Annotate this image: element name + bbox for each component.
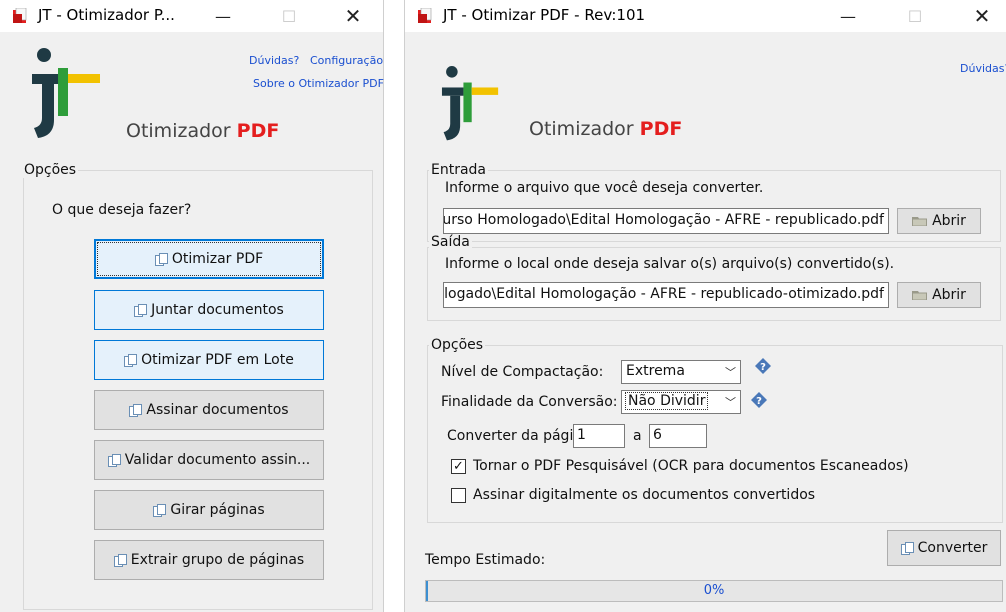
- close-button[interactable]: ✕: [330, 0, 376, 32]
- button-label: Girar páginas: [170, 502, 265, 518]
- button-label: Validar documento assin...: [124, 452, 311, 468]
- brand-pdf: PDF: [236, 120, 280, 142]
- finalidade-help-icon[interactable]: ?: [751, 392, 767, 408]
- entrada-file-value: urso Homologado\Edital Homologação - AFR…: [443, 212, 884, 228]
- compactacao-value: Extrema: [626, 363, 685, 379]
- document-icon: [900, 541, 914, 555]
- progress-text: 0%: [703, 583, 725, 598]
- duvidas-link[interactable]: Dúvidas?: [960, 62, 1006, 75]
- chevron-down-icon: ﹀: [725, 366, 736, 379]
- button-label: Assinar documentos: [146, 402, 289, 418]
- finalidade-select[interactable]: Não Dividir ﹀: [621, 390, 741, 414]
- button-label: Juntar documentos: [151, 302, 284, 318]
- document-icon: [154, 252, 168, 266]
- validar-documento-button[interactable]: Validar documento assin...: [94, 440, 324, 480]
- page-separator: a: [633, 428, 642, 444]
- duvidas-link[interactable]: Dúvidas?: [249, 54, 299, 67]
- finalidade-label: Finalidade da Conversão:: [441, 394, 618, 410]
- options-group-title: Opções: [22, 162, 79, 178]
- svg-text:?: ?: [756, 396, 762, 407]
- minimize-button[interactable]: —: [200, 0, 246, 32]
- tempo-estimado-label: Tempo Estimado:: [425, 552, 546, 568]
- button-label: Otimizar PDF: [171, 251, 264, 267]
- otimizar-pdf-button[interactable]: Otimizar PDF: [94, 239, 324, 279]
- compactacao-label: Nível de Compactação:: [441, 364, 604, 380]
- document-icon: [153, 503, 167, 517]
- document-icon: [124, 353, 138, 367]
- button-label: Abrir: [932, 213, 966, 229]
- juntar-documentos-button[interactable]: Juntar documentos: [94, 290, 324, 330]
- conversion-progress-bar: 0%: [425, 580, 1003, 602]
- chevron-down-icon: ﹀: [725, 396, 736, 409]
- jt-logo: [441, 66, 499, 141]
- page-from-value: 1: [577, 427, 586, 443]
- brand-name: Otimizador: [126, 120, 231, 142]
- folder-icon: [912, 215, 928, 227]
- minimize-button[interactable]: —: [825, 0, 871, 32]
- window-title: JT - Otimizador P...: [38, 6, 175, 24]
- window-client: Dúvidas? Configuração Sobre o Otimizador…: [0, 32, 384, 612]
- saida-title: Saída: [429, 234, 472, 250]
- title-bar: JT - Otimizar PDF - Rev:101 — ☐ ✕: [405, 0, 1006, 32]
- opcoes-title: Opções: [429, 337, 486, 353]
- assinar-label: Assinar digitalmente os documentos conve…: [473, 487, 816, 503]
- brand-title: Otimizador PDF: [126, 120, 279, 142]
- page-to-input[interactable]: 6: [649, 424, 707, 448]
- saida-prompt: Informe o local onde deseja salvar o(s) …: [445, 256, 895, 272]
- svg-text:?: ?: [760, 362, 766, 373]
- compactacao-select[interactable]: Extrema ﹀: [621, 360, 741, 384]
- entrada-title: Entrada: [429, 162, 489, 178]
- otimizar-lote-button[interactable]: Otimizar PDF em Lote: [94, 340, 324, 380]
- saida-path-value: logado\Edital Homologação - AFRE - repub…: [444, 286, 884, 302]
- entrada-file-input[interactable]: urso Homologado\Edital Homologação - AFR…: [443, 208, 889, 234]
- saida-path-input[interactable]: logado\Edital Homologação - AFRE - repub…: [443, 282, 889, 308]
- finalidade-value: Não Dividir: [624, 392, 709, 410]
- button-label: Abrir: [932, 287, 966, 303]
- maximize-button[interactable]: ☐: [892, 0, 938, 32]
- brand-pdf: PDF: [639, 118, 683, 140]
- converter-pagina-label: Converter da págir: [447, 428, 580, 444]
- question-label: O que deseja fazer?: [52, 202, 192, 218]
- window-title: JT - Otimizar PDF - Rev:101: [443, 6, 646, 24]
- document-icon: [129, 403, 143, 417]
- title-bar: JT - Otimizador P... — ☐ ✕: [0, 0, 383, 32]
- girar-paginas-button[interactable]: Girar páginas: [94, 490, 324, 530]
- close-button[interactable]: ✕: [959, 0, 1005, 32]
- page-from-input[interactable]: 1: [573, 424, 625, 448]
- document-icon: [134, 303, 148, 317]
- maximize-button[interactable]: ☐: [266, 0, 312, 32]
- configuracao-link[interactable]: Configuração: [310, 54, 383, 67]
- document-icon: [107, 453, 121, 467]
- button-label: Extrair grupo de páginas: [130, 552, 305, 568]
- button-label: Converter: [917, 540, 988, 556]
- document-icon: [113, 553, 127, 567]
- compactacao-help-icon[interactable]: ?: [755, 358, 771, 374]
- button-label: Otimizar PDF em Lote: [141, 352, 294, 368]
- ocr-checkbox[interactable]: ✓: [451, 459, 466, 474]
- jt-logo: [32, 48, 100, 138]
- entrada-abrir-button[interactable]: Abrir: [897, 208, 981, 234]
- assinar-documentos-button[interactable]: Assinar documentos: [94, 390, 324, 430]
- converter-button[interactable]: Converter: [887, 530, 1001, 566]
- brand-name: Otimizador: [529, 118, 634, 140]
- sobre-link[interactable]: Sobre o Otimizador PDF: [253, 77, 384, 90]
- page-to-value: 6: [653, 427, 662, 443]
- assinar-checkbox[interactable]: [451, 488, 466, 503]
- window-client: Dúvidas? Otimizador PDF Entrada Informe …: [405, 32, 1006, 612]
- folder-icon: [912, 289, 928, 301]
- ocr-label: Tornar o PDF Pesquisável (OCR para docum…: [473, 458, 909, 474]
- otimizar-pdf-window: JT - Otimizar PDF - Rev:101 — ☐ ✕ Dúvida…: [404, 0, 1006, 612]
- app-pdf-icon: [418, 8, 432, 23]
- entrada-prompt: Informe o arquivo que você deseja conver…: [445, 180, 764, 196]
- extrair-paginas-button[interactable]: Extrair grupo de páginas: [94, 540, 324, 580]
- app-pdf-icon: [13, 8, 27, 23]
- main-menu-window: JT - Otimizador P... — ☐ ✕ Dúvidas? Conf…: [0, 0, 384, 612]
- brand-title: Otimizador PDF: [529, 118, 682, 140]
- saida-abrir-button[interactable]: Abrir: [897, 282, 981, 308]
